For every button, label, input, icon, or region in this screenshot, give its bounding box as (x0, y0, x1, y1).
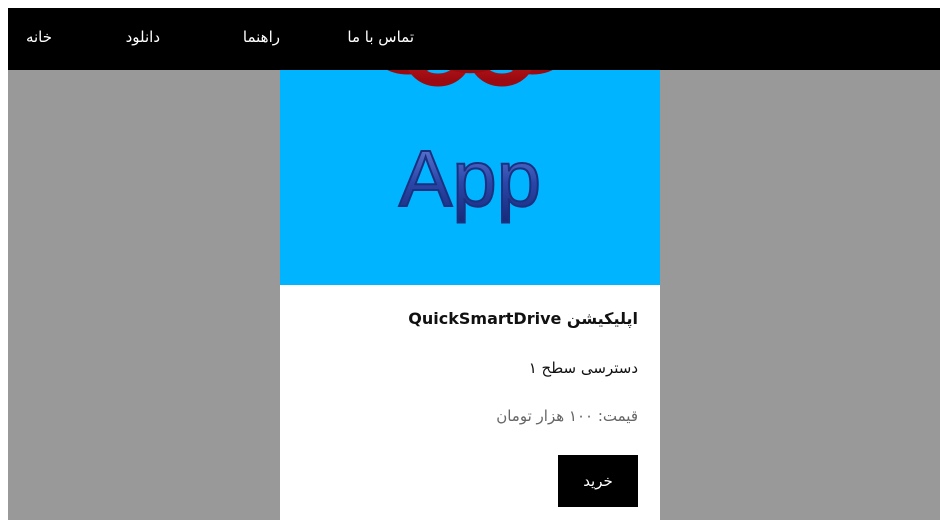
top-navbar: تماس با ما راهنما دانلود خانه (8, 8, 940, 70)
page-viewport: تماس با ما راهنما دانلود خانه App اپلیکی… (8, 8, 940, 520)
nav-link-contact[interactable]: تماس با ما (347, 27, 414, 47)
product-card-body: اپلیکیشن QuickSmartDrive دسترسی سطح ۱ قی… (280, 285, 660, 520)
app-logo-text: App (399, 134, 541, 223)
product-title: اپلیکیشن QuickSmartDrive (408, 309, 638, 328)
buy-button[interactable]: خرید (558, 455, 638, 507)
nav-link-home[interactable]: خانه (26, 27, 52, 47)
product-card: App اپلیکیشن QuickSmartDrive دسترسی سطح … (280, 8, 660, 520)
nav-link-download[interactable]: دانلود (126, 27, 160, 47)
product-price: قیمت: ۱۰۰ هزار تومان (496, 407, 638, 425)
nav-link-guide[interactable]: راهنما (243, 27, 280, 47)
product-access-level: دسترسی سطح ۱ (528, 359, 638, 377)
